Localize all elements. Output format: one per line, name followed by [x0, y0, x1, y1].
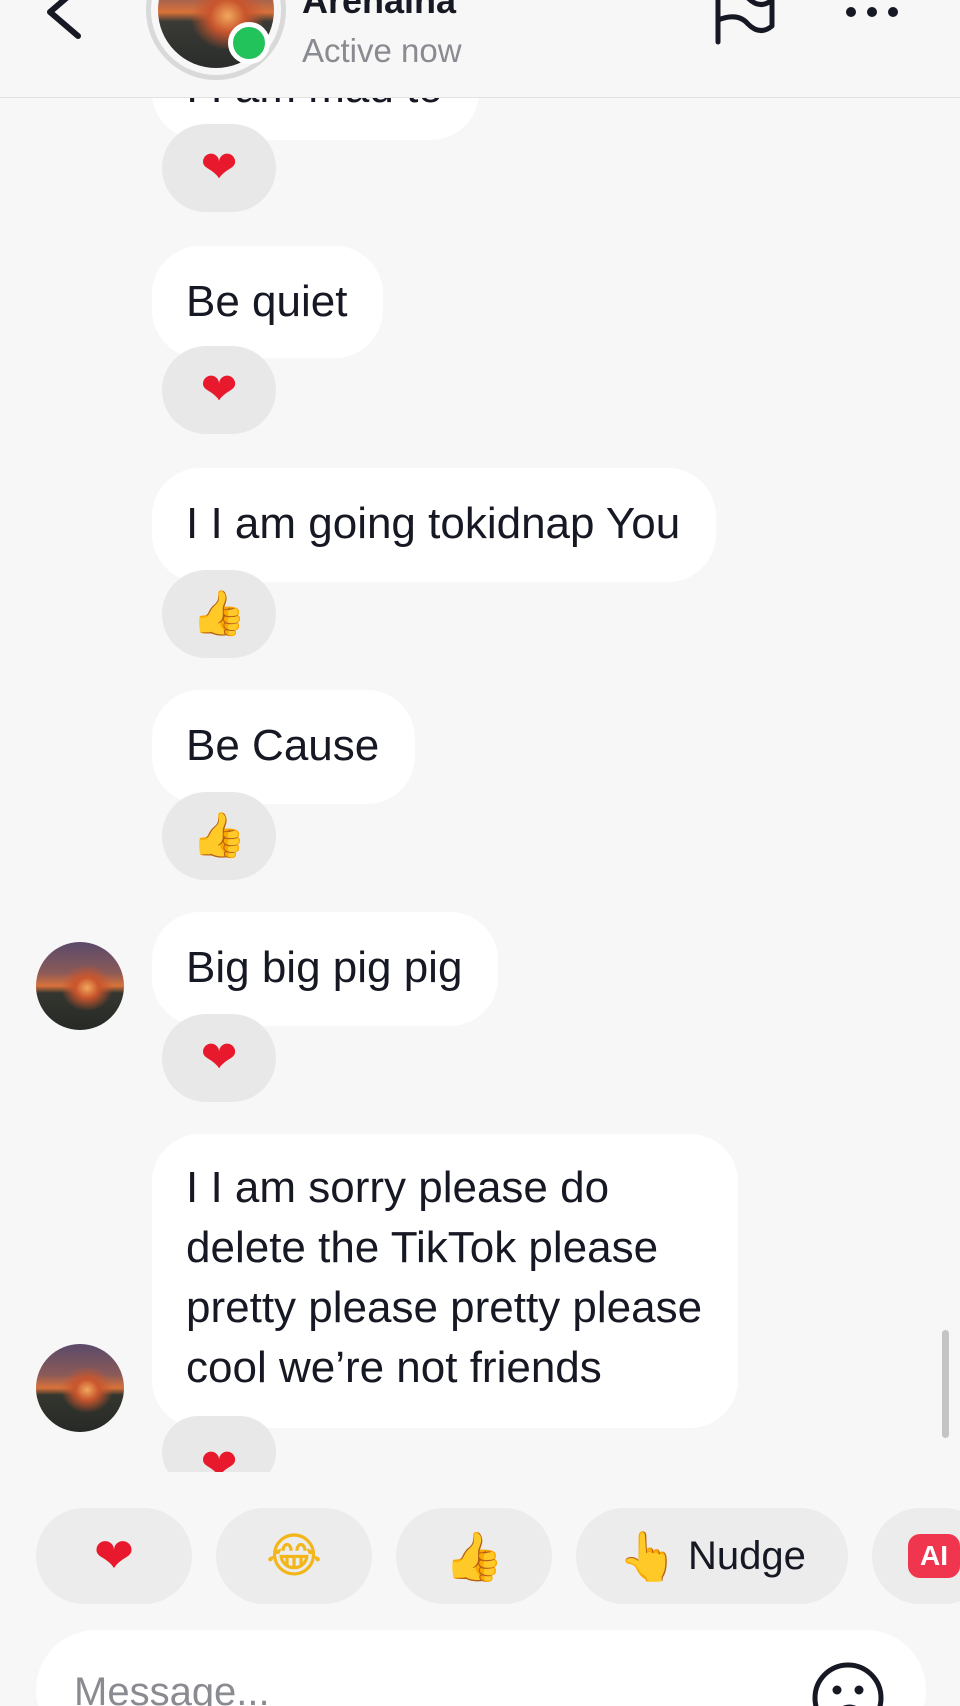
message-bubble[interactable]: Be Cause [152, 690, 416, 804]
message-text: Be Cause [186, 721, 380, 770]
back-button[interactable] [38, 0, 98, 52]
sender-avatar[interactable] [36, 1344, 124, 1432]
ai-button[interactable]: AI [872, 1508, 960, 1604]
message-text-line: I I am sorry please do [186, 1163, 610, 1212]
message-reaction-heart[interactable] [162, 124, 276, 212]
sender-avatar[interactable] [36, 942, 124, 1030]
quick-reaction-heart[interactable]: ❤ [36, 1508, 192, 1604]
message-text: Be quiet [186, 277, 348, 326]
message-input[interactable] [74, 1670, 774, 1706]
laughing-face-icon: 😂 [265, 1528, 323, 1584]
pointing-hand-icon: 👆 [618, 1528, 678, 1585]
message-text: I I am mad to [186, 98, 443, 112]
message-reaction-thumbs-up[interactable] [162, 570, 276, 658]
message-text: Big big pig pig [186, 943, 463, 992]
message-reaction-heart[interactable] [162, 1416, 276, 1472]
report-button[interactable] [708, 0, 778, 50]
message-text: I I am going tokidnap You [186, 499, 681, 548]
quick-reaction-laugh[interactable]: 😂 [216, 1508, 372, 1604]
emoji-button[interactable] [810, 1660, 886, 1706]
message-list[interactable]: I I am mad to Be quiet I I am going toki… [0, 98, 960, 1472]
message-bubble[interactable]: I I am going tokidnap You [152, 468, 717, 582]
contact-name[interactable]: Arenaina [302, 0, 456, 22]
more-options-button[interactable] [846, 4, 910, 28]
message-text-line: pretty please pretty please [186, 1283, 703, 1332]
chevron-left-icon [47, 0, 81, 39]
ai-icon: AI [908, 1534, 960, 1578]
emoji-face-icon [812, 1662, 884, 1706]
message-bubble[interactable]: Big big pig pig [152, 912, 499, 1026]
message-reaction-heart[interactable] [162, 1014, 276, 1102]
message-bubble[interactable]: Be quiet [152, 246, 384, 358]
chat-header: Arenaina Active now [0, 0, 960, 98]
nudge-label: Nudge [687, 1533, 806, 1578]
message-reaction-heart[interactable] [162, 346, 276, 434]
more-horizontal-icon [846, 7, 856, 17]
thumbs-up-icon: 👍 [444, 1528, 504, 1585]
flag-icon [715, 0, 775, 45]
online-status-dot [228, 22, 270, 64]
active-status: Active now [302, 32, 462, 69]
contact-avatar[interactable] [146, 0, 286, 80]
message-bubble[interactable]: I I am sorry please do delete the TikTok… [152, 1134, 739, 1428]
heart-icon: ❤ [93, 1528, 135, 1584]
nudge-button[interactable]: 👆 Nudge [576, 1508, 848, 1604]
message-text-line: delete the TikTok please [186, 1223, 659, 1272]
scrollbar-thumb[interactable] [942, 1330, 949, 1438]
message-text-line: cool we’re not friends [186, 1343, 602, 1392]
message-composer [36, 1630, 926, 1706]
message-reaction-thumbs-up[interactable] [162, 792, 276, 880]
quick-reaction-bar: ❤ 😂 👍 👆 Nudge AI [0, 1508, 960, 1604]
quick-reaction-thumbs-up[interactable]: 👍 [396, 1508, 552, 1604]
